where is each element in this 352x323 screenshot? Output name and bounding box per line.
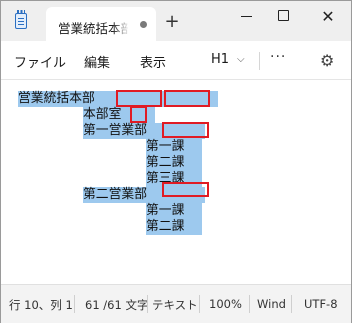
unsaved-dot-icon[interactable] — [140, 21, 147, 28]
minimize-button[interactable] — [231, 7, 261, 27]
maximize-button[interactable] — [269, 7, 299, 27]
encoding[interactable]: UTF-8 — [304, 297, 338, 311]
annotation-box — [162, 122, 209, 138]
text-editor[interactable]: 営業統括本部 本部室 第一営業部 第一課 第二課 第三課 第二営業部 第一課 第… — [1, 80, 351, 284]
character-count: 61 /61 文字 — [85, 298, 149, 312]
line-ending[interactable]: Wind — [257, 297, 286, 311]
notepad-app-icon — [15, 10, 27, 29]
menu-bar: ファイル 編集 表示 H1 ⌵ ··· ⚙ — [1, 41, 351, 80]
text-line: 本部室 — [83, 107, 122, 122]
text-line: 第一課 — [146, 203, 185, 218]
text-line: 第一営業部 — [83, 123, 147, 138]
menu-edit[interactable]: 編集 — [84, 52, 110, 71]
text-line: 第二課 — [146, 219, 185, 234]
notepad-window: 営業統括本部 + ✕ ファイル 編集 表示 H1 ⌵ ··· ⚙ 営業統括本部 … — [0, 0, 352, 323]
annotation-box — [130, 106, 147, 123]
annotation-box — [164, 90, 210, 107]
menu-file[interactable]: ファイル — [14, 52, 66, 71]
zoom-level[interactable]: 100% — [209, 297, 242, 311]
toolbar-divider — [259, 52, 260, 70]
text-line: 第二営業部 — [83, 187, 147, 202]
new-tab-button[interactable]: + — [164, 13, 180, 31]
annotation-box — [162, 182, 209, 197]
close-button[interactable]: ✕ — [313, 7, 343, 27]
chevron-down-icon[interactable]: ⌵ — [237, 54, 245, 65]
text-line: 営業統括本部 — [18, 91, 95, 106]
text-line: 第二課 — [146, 155, 185, 170]
text-format[interactable]: テキスト — [152, 297, 198, 313]
title-bar: 営業統括本部 + ✕ — [1, 1, 351, 41]
annotation-box — [116, 90, 162, 107]
cursor-position: 行 10、列 1 — [9, 298, 73, 312]
document-tab[interactable]: 営業統括本部 — [46, 7, 156, 41]
gear-icon[interactable]: ⚙ — [320, 51, 334, 70]
status-bar: 行 10、列 1 61 /61 文字 テキスト 100% Wind UTF-8 — [1, 284, 351, 323]
more-options-icon[interactable]: ··· — [270, 49, 286, 65]
heading-dropdown[interactable]: H1 — [211, 52, 229, 67]
text-line: 第一課 — [146, 139, 185, 154]
menu-view[interactable]: 表示 — [140, 52, 166, 71]
